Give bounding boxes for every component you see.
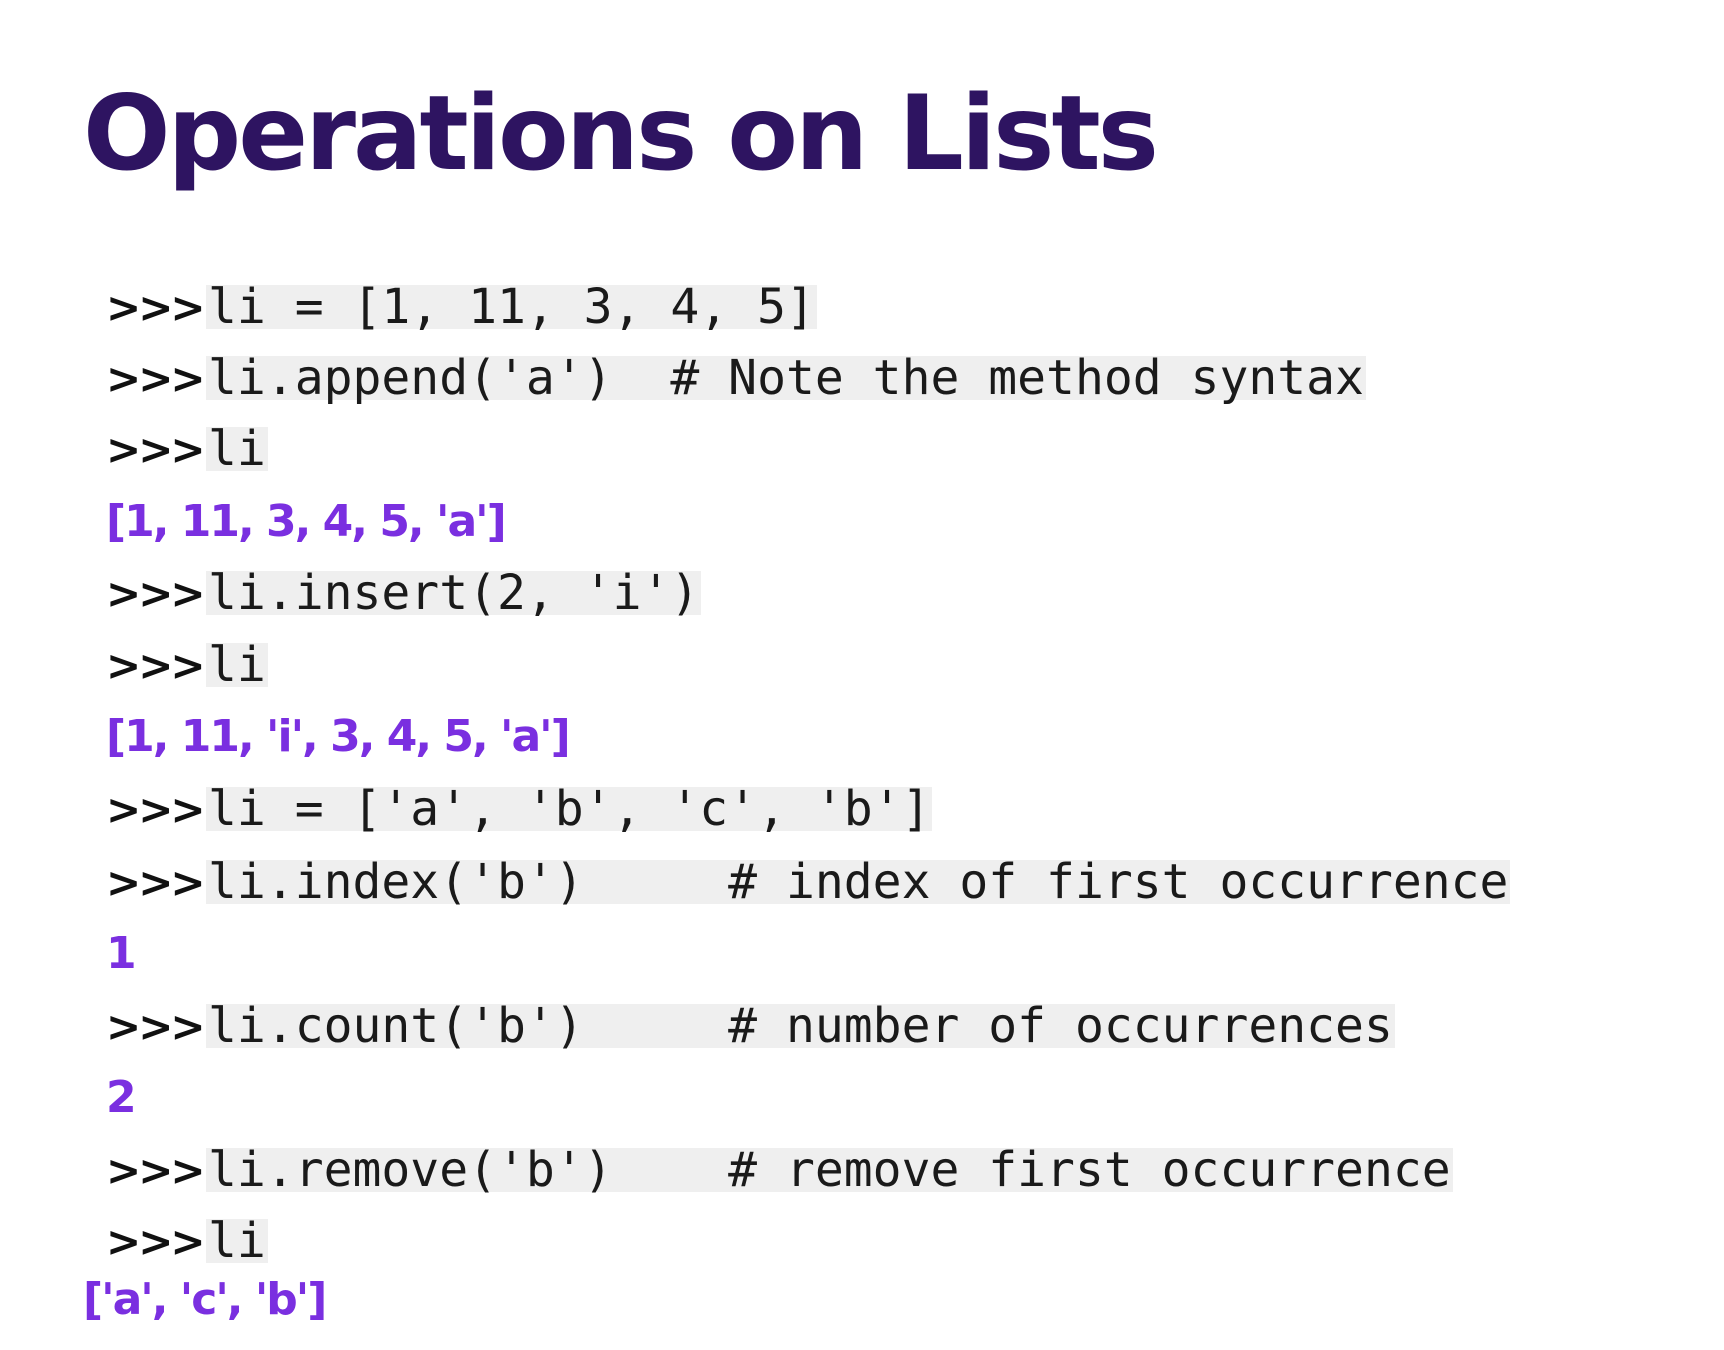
prompt: >>>	[106, 640, 206, 690]
code-line: >>> li	[106, 634, 268, 696]
code-text: li	[206, 421, 268, 477]
prompt: >>>	[106, 857, 206, 907]
prompt: >>>	[106, 1001, 206, 1051]
prompt: >>>	[106, 1145, 206, 1195]
code-text: li	[206, 1213, 268, 1269]
code-text: li = ['a', 'b', 'c', 'b']	[206, 781, 933, 837]
slide-title: Operations on Lists	[83, 74, 1159, 194]
output-text: 1	[106, 928, 137, 979]
prompt: >>>	[106, 568, 206, 618]
code-text: li	[206, 637, 268, 693]
code-line: >>> li.remove('b') # remove first occurre…	[106, 1139, 1453, 1201]
code-line: >>> li	[106, 1210, 268, 1272]
code-line: >>> li = ['a', 'b', 'c', 'b']	[106, 778, 933, 840]
code-line: >>> li = [1, 11, 3, 4, 5]	[106, 276, 817, 338]
code-text: li.remove('b') # remove first occurrence	[206, 1142, 1453, 1198]
prompt: >>>	[106, 424, 206, 474]
output-text: [1, 11, 3, 4, 5, 'a']	[106, 496, 507, 547]
output-text: ['a', 'c', 'b']	[83, 1274, 327, 1325]
code-text: li = [1, 11, 3, 4, 5]	[206, 279, 817, 335]
code-line: >>> li.insert(2, 'i')	[106, 562, 702, 624]
code-text: li.insert(2, 'i')	[206, 565, 702, 621]
code-line: >>> li.index('b') # index of first occurr…	[106, 851, 1511, 913]
prompt: >>>	[106, 282, 206, 332]
output-text: [1, 11, 'i', 3, 4, 5, 'a']	[106, 711, 571, 762]
code-line: >>> li.append('a') # Note the method synt…	[106, 347, 1366, 409]
code-text: li.index('b') # index of first occurrenc…	[206, 854, 1511, 910]
prompt: >>>	[106, 784, 206, 834]
code-text: li.append('a') # Note the method syntax	[206, 350, 1366, 406]
code-line: >>> li	[106, 418, 268, 480]
code-line: >>> li.count('b') # number of occurrences	[106, 995, 1395, 1057]
output-text: 2	[106, 1072, 137, 1123]
slide: Operations on Lists >>> li = [1, 11, 3, 4…	[0, 0, 1724, 1350]
code-text: li.count('b') # number of occurrences	[206, 998, 1395, 1054]
prompt: >>>	[106, 353, 206, 403]
prompt: >>>	[106, 1216, 206, 1266]
